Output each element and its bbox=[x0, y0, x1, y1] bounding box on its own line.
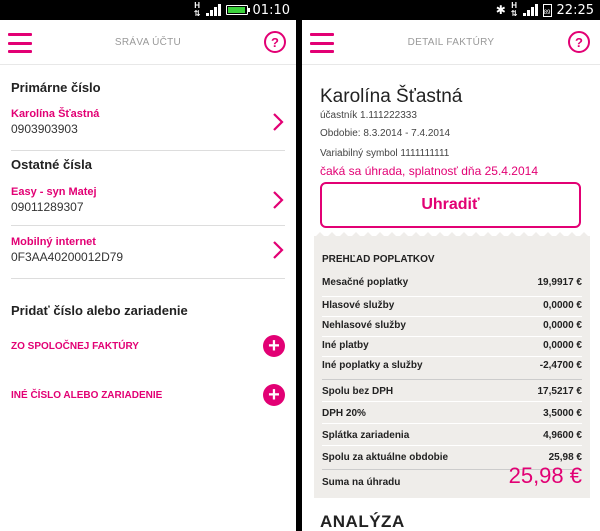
status-bar: H ⇅ 01:10 bbox=[0, 0, 296, 20]
add-option-label: ZO SPOLOČNEJ FAKTÚRY bbox=[11, 340, 139, 352]
battery-icon bbox=[225, 5, 250, 15]
signal-icon bbox=[205, 4, 221, 16]
divider bbox=[11, 150, 285, 151]
add-from-shared-invoice-button[interactable]: ZO SPOLOČNEJ FAKTÚRY + bbox=[0, 335, 296, 357]
primary-number-heading: Primárne číslo bbox=[11, 80, 101, 95]
chevron-right-icon bbox=[273, 191, 284, 209]
battery-icon: 89 bbox=[542, 3, 552, 17]
phone-number: 09011289307 bbox=[11, 200, 84, 214]
customer-name: Karolína Šťastná bbox=[320, 86, 463, 107]
amount-due-label: Suma na úhradu bbox=[322, 477, 401, 488]
pay-button[interactable]: Uhradiť bbox=[320, 182, 581, 228]
clock: 01:10 bbox=[252, 2, 290, 18]
clock: 22:25 bbox=[556, 2, 594, 18]
fee-row: Mesačné poplatky 19,9917 € bbox=[322, 277, 582, 288]
hsdpa-icon: H ⇅ bbox=[510, 1, 518, 18]
hsdpa-icon: H ⇅ bbox=[193, 1, 201, 18]
divider bbox=[11, 278, 285, 279]
page-title: SRÁVA ÚČTU bbox=[114, 36, 182, 48]
payment-status: čaká sa úhrada, splatnosť dňa 25.4.2014 bbox=[320, 164, 538, 178]
fee-overview-heading: PREHĽAD POPLATKOV bbox=[322, 254, 435, 265]
billing-period: Obdobie: 8.3.2014 - 7.4.2014 bbox=[320, 128, 451, 139]
menu-icon[interactable] bbox=[8, 33, 32, 53]
invoice-detail-screen: ✱ H ⇅ 89 22:25 DETAIL FAKTÚRY ? Karolína … bbox=[302, 0, 600, 531]
bluetooth-icon: ✱ bbox=[495, 3, 506, 17]
fee-overview-receipt: PREHĽAD POPLATKOV Mesačné poplatky 19,991… bbox=[314, 232, 590, 498]
chevron-right-icon bbox=[273, 113, 284, 131]
participant-number: účastník 1.111222333 bbox=[320, 110, 417, 121]
fee-row: Iné platby 0,0000 € bbox=[322, 340, 582, 351]
app-bar: SRÁVA ÚČTU ? bbox=[0, 20, 296, 65]
number-owner: Karolína Šťastná bbox=[11, 108, 100, 120]
fee-row: Splátka zariadenia 4,9600 € bbox=[322, 430, 582, 441]
add-option-label: INÉ ČÍSLO ALEBO ZARIADENIE bbox=[11, 389, 163, 401]
number-owner: Mobilný internet bbox=[11, 236, 96, 248]
status-bar: ✱ H ⇅ 89 22:25 bbox=[302, 0, 600, 20]
plus-icon: + bbox=[263, 384, 285, 406]
help-icon[interactable]: ? bbox=[264, 31, 286, 53]
phone-number: 0F3AA40200012D79 bbox=[11, 250, 124, 264]
fee-row: Hlasové služby 0,0000 € bbox=[322, 300, 582, 311]
other-numbers-heading: Ostatné čísla bbox=[11, 157, 92, 172]
page-title: DETAIL FAKTÚRY bbox=[407, 36, 495, 48]
fee-row: Spolu bez DPH 17,5217 € bbox=[322, 386, 582, 397]
number-owner: Easy - syn Matej bbox=[11, 186, 97, 198]
amount-due-value: 25,98 € bbox=[508, 463, 582, 488]
variable-symbol: Variabilný symbol 1111111111 bbox=[320, 148, 450, 159]
receipt-edge bbox=[314, 232, 590, 238]
menu-icon[interactable] bbox=[310, 33, 334, 53]
other-number-item[interactable]: Easy - syn Matej 09011289307 bbox=[0, 186, 296, 214]
help-icon[interactable]: ? bbox=[568, 31, 590, 53]
divider bbox=[11, 225, 285, 226]
plus-icon: + bbox=[263, 335, 285, 357]
app-bar: DETAIL FAKTÚRY ? bbox=[302, 20, 600, 65]
add-number-heading: Pridať číslo alebo zariadenie bbox=[11, 303, 188, 318]
chevron-right-icon bbox=[273, 241, 284, 259]
analysis-heading: ANALÝZA bbox=[320, 512, 405, 531]
fee-list: Mesačné poplatky 19,9917 € Hlasové služby… bbox=[322, 277, 582, 470]
phone-number: 0903903903 bbox=[11, 122, 78, 136]
other-number-item[interactable]: Mobilný internet 0F3AA40200012D79 bbox=[0, 236, 296, 264]
fee-row: Iné poplatky a služby -2,4700 € bbox=[322, 360, 582, 371]
signal-icon bbox=[522, 4, 538, 16]
fee-row: DPH 20% 3,5000 € bbox=[322, 408, 582, 419]
add-other-number-button[interactable]: INÉ ČÍSLO ALEBO ZARIADENIE + bbox=[0, 384, 296, 406]
fee-row: Nehlasové služby 0,0000 € bbox=[322, 320, 582, 331]
primary-number-item[interactable]: Karolína Šťastná 0903903903 bbox=[0, 108, 296, 136]
account-management-screen: H ⇅ 01:10 SRÁVA ÚČTU ? Primárne číslo Kar… bbox=[0, 0, 296, 531]
